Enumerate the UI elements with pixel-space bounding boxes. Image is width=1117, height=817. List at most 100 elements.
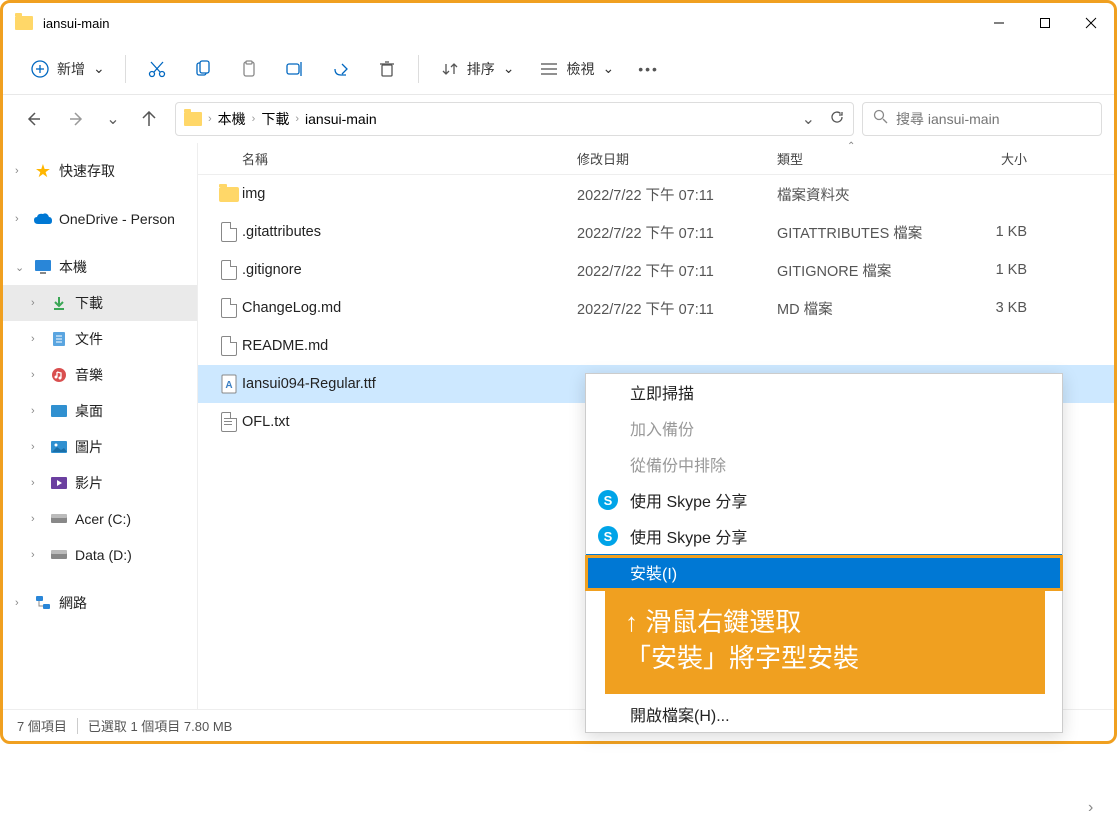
- history-chevron[interactable]: ⌄: [103, 101, 123, 137]
- file-name: ChangeLog.md: [242, 300, 577, 316]
- skype-icon: S: [598, 526, 618, 546]
- sort-button[interactable]: 排序 ⌄: [429, 52, 525, 86]
- file-name: Iansui094-Regular.ttf: [242, 376, 577, 392]
- copy-button[interactable]: [182, 52, 224, 86]
- sidebar-label: 影片: [75, 473, 103, 493]
- sidebar-documents[interactable]: › 文件: [3, 321, 197, 357]
- more-button[interactable]: •••: [628, 55, 669, 83]
- file-name: .gitignore: [242, 262, 577, 278]
- svg-text:A: A: [225, 380, 232, 391]
- star-icon: ★: [33, 161, 53, 181]
- chevron-right-icon: ›: [252, 113, 256, 125]
- view-icon: [538, 58, 560, 80]
- chevron-right-icon: ›: [31, 549, 43, 561]
- cm-scan[interactable]: 立即掃描: [586, 374, 1062, 410]
- file-name: OFL.txt: [242, 414, 577, 430]
- sidebar-downloads[interactable]: › 下載: [3, 285, 197, 321]
- close-button[interactable]: [1068, 3, 1114, 43]
- file-size: 1 KB: [947, 224, 1027, 240]
- chevron-right-icon: ›: [31, 405, 43, 417]
- refresh-button[interactable]: [829, 109, 845, 130]
- monitor-icon: [33, 257, 53, 277]
- view-button[interactable]: 檢視 ⌄: [528, 52, 624, 86]
- back-button[interactable]: [15, 101, 51, 137]
- delete-button[interactable]: [366, 52, 408, 86]
- paste-button[interactable]: [228, 52, 270, 86]
- cm-skype-share[interactable]: S使用 Skype 分享: [586, 482, 1062, 518]
- file-date: 2022/7/22 下午 07:11: [577, 184, 777, 205]
- file-row[interactable]: README.md: [198, 327, 1114, 365]
- file-type: GITATTRIBUTES 檔案: [777, 222, 947, 243]
- sidebar-quick-access[interactable]: › ★ 快速存取: [3, 153, 197, 189]
- sidebar: › ★ 快速存取 › OneDrive - Person ⌄ 本機 › 下載 ›: [3, 143, 198, 709]
- header-date[interactable]: 修改日期: [577, 149, 777, 168]
- sidebar-label: 文件: [75, 329, 103, 349]
- status-selected: 已選取 1 個項目 7.80 MB: [88, 716, 232, 735]
- separator: [77, 718, 78, 734]
- sidebar-label: 圖片: [75, 437, 103, 457]
- trash-icon: [376, 58, 398, 80]
- header-size[interactable]: 大小: [947, 149, 1027, 168]
- sidebar-label: OneDrive - Person: [59, 211, 175, 227]
- picture-icon: [49, 437, 69, 457]
- sidebar-pictures[interactable]: › 圖片: [3, 429, 197, 465]
- share-button[interactable]: [320, 52, 362, 86]
- file-size: 3 KB: [947, 300, 1027, 316]
- cut-button[interactable]: [136, 52, 178, 86]
- file-row[interactable]: img 2022/7/22 下午 07:11 檔案資料夾: [198, 175, 1114, 213]
- chevron-down-icon[interactable]: ⌄: [802, 109, 815, 129]
- sidebar-drive-c[interactable]: › Acer (C:): [3, 501, 197, 537]
- annotation-line2: 「安裝」將字型安裝: [625, 640, 1025, 676]
- search-box[interactable]: [862, 102, 1102, 136]
- file-type: GITIGNORE 檔案: [777, 260, 947, 281]
- file-type: MD 檔案: [777, 298, 947, 319]
- chevron-right-icon: ›: [31, 513, 43, 525]
- navbar: ⌄ › 本機 › 下載 › iansui-main ⌄: [3, 95, 1114, 143]
- cm-skype-share[interactable]: S使用 Skype 分享: [586, 518, 1062, 554]
- sidebar-desktop[interactable]: › 桌面: [3, 393, 197, 429]
- search-input[interactable]: [896, 111, 1091, 127]
- breadcrumb-item[interactable]: 本機: [218, 109, 246, 129]
- minimize-button[interactable]: [976, 3, 1022, 43]
- new-button[interactable]: 新增 ⌄: [19, 52, 115, 86]
- chevron-right-icon: ›: [31, 441, 43, 453]
- cm-install[interactable]: 安裝(I): [586, 554, 1062, 590]
- folder-icon: [216, 187, 242, 202]
- sidebar-thispc[interactable]: ⌄ 本機: [3, 249, 197, 285]
- breadcrumb-item[interactable]: iansui-main: [305, 111, 377, 127]
- file-date: 2022/7/22 下午 07:11: [577, 260, 777, 281]
- file-row[interactable]: .gitattributes 2022/7/22 下午 07:11 GITATT…: [198, 213, 1114, 251]
- copy-icon: [192, 58, 214, 80]
- sidebar-label: 快速存取: [59, 161, 115, 181]
- view-label: 檢視: [566, 59, 594, 79]
- file-row[interactable]: ChangeLog.md 2022/7/22 下午 07:11 MD 檔案 3 …: [198, 289, 1114, 327]
- sidebar-label: 桌面: [75, 401, 103, 421]
- chevron-right-icon: ›: [31, 477, 43, 489]
- up-button[interactable]: [131, 101, 167, 137]
- rename-button[interactable]: [274, 52, 316, 86]
- sidebar-videos[interactable]: › 影片: [3, 465, 197, 501]
- maximize-button[interactable]: [1022, 3, 1068, 43]
- sidebar-network[interactable]: › 網路: [3, 585, 197, 621]
- breadcrumb-item[interactable]: 下載: [261, 109, 289, 129]
- sidebar-onedrive[interactable]: › OneDrive - Person: [3, 201, 197, 237]
- scroll-right-button[interactable]: ›: [1088, 799, 1106, 817]
- sidebar-label: 下載: [75, 293, 103, 313]
- cloud-icon: [33, 209, 53, 229]
- sort-indicator-icon: ⌃: [847, 141, 855, 152]
- drive-icon: [49, 545, 69, 565]
- plus-icon: [29, 58, 51, 80]
- sidebar-music[interactable]: › 音樂: [3, 357, 197, 393]
- file-name: .gitattributes: [242, 224, 577, 240]
- music-icon: [49, 365, 69, 385]
- sidebar-drive-d[interactable]: › Data (D:): [3, 537, 197, 573]
- chevron-down-icon: ⌄: [503, 60, 515, 77]
- header-name[interactable]: 名稱: [242, 149, 577, 168]
- forward-button[interactable]: [59, 101, 95, 137]
- cm-open[interactable]: 開啟檔案(H)...: [586, 696, 1062, 732]
- sidebar-label: Acer (C:): [75, 511, 131, 527]
- separator: [418, 55, 419, 83]
- file-row[interactable]: .gitignore 2022/7/22 下午 07:11 GITIGNORE …: [198, 251, 1114, 289]
- address-bar[interactable]: › 本機 › 下載 › iansui-main ⌄: [175, 102, 854, 136]
- header-type[interactable]: 類型⌃: [777, 149, 947, 168]
